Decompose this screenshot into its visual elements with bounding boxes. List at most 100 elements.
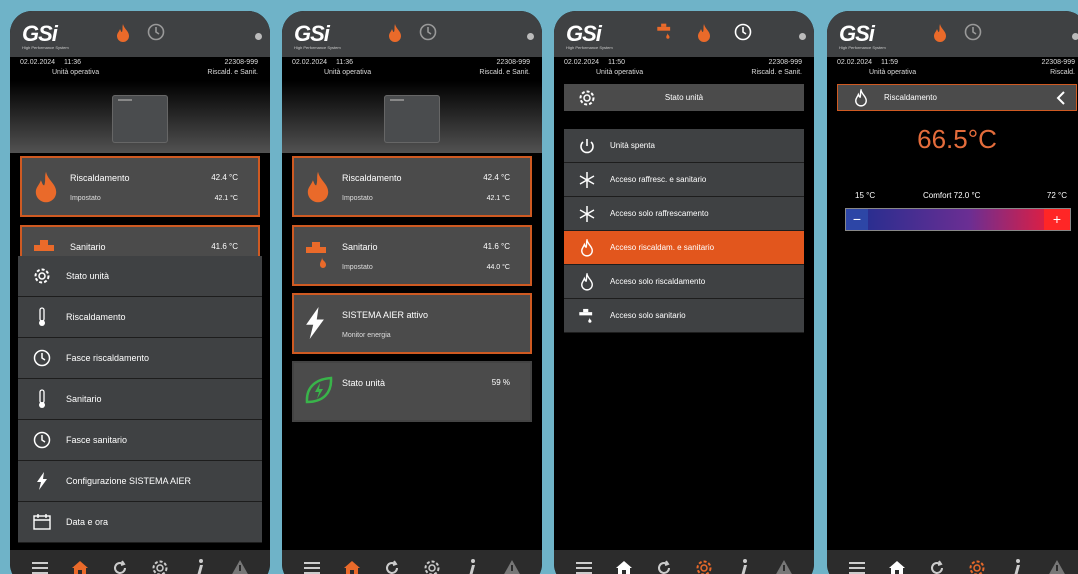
settings-icon[interactable]	[147, 559, 173, 574]
settings-icon[interactable]	[691, 559, 717, 574]
home-icon[interactable]	[67, 561, 93, 574]
status-info: 02.02.2024 11:36 22308-999 Unità operati…	[10, 57, 270, 81]
section-title-bar: Riscaldamento	[837, 84, 1077, 111]
gear-icon	[564, 89, 610, 107]
back-chevron-icon[interactable]	[1046, 90, 1076, 105]
settings-icon[interactable]	[964, 559, 990, 574]
mode-sanitary-only[interactable]: Acceso solo sanitario	[564, 299, 804, 333]
menu-item-fasce-riscaldamento[interactable]: Fasce riscaldamento	[18, 338, 262, 379]
info-icon[interactable]	[459, 559, 485, 574]
flame-icon	[564, 272, 610, 291]
warning-icon[interactable]	[227, 560, 253, 574]
refresh-icon[interactable]	[924, 560, 950, 574]
flame-icon[interactable]	[115, 23, 131, 48]
app-header: GSi High Performance System	[827, 11, 1078, 57]
app-header: GSi High Performance System	[282, 11, 542, 57]
bottom-nav	[827, 550, 1078, 574]
phone-screen-unit-status: GSi High Performance System 02.02.2024 11…	[554, 11, 814, 574]
flame-icon[interactable]	[696, 23, 712, 48]
increase-button[interactable]: +	[1044, 209, 1070, 230]
side-menu: Stato unità Riscaldamento Fasce riscalda…	[18, 256, 262, 543]
phone-screen-menu: GSi High Performance System 02.02.2024 11…	[10, 11, 270, 574]
mode-text: Unità operativa	[52, 69, 100, 76]
mode-unit-off[interactable]: Unità spenta	[564, 129, 804, 163]
app-header: GSi High Performance System	[554, 11, 814, 57]
status-info: 02.02.2024 11:50 22308-999 Unità operati…	[564, 59, 802, 76]
section-title: Riscaldamento	[884, 93, 937, 102]
snowflake-icon	[564, 171, 610, 188]
settings-icon[interactable]	[419, 559, 445, 574]
aier-system-card[interactable]: SISTEMA AIER attivo Monitor energia	[292, 293, 532, 354]
info-icon[interactable]	[1004, 559, 1030, 574]
status-info: 02.02.2024 11:36 22308-999 Unità operati…	[292, 59, 530, 76]
flame-icon	[838, 88, 884, 107]
info-icon[interactable]	[187, 559, 213, 574]
menu-item-riscaldamento[interactable]: Riscaldamento	[18, 297, 262, 338]
bottom-nav	[282, 550, 542, 574]
menu-icon[interactable]	[299, 562, 325, 574]
calendar-icon	[18, 514, 66, 530]
gear-icon	[18, 267, 66, 285]
thermometer-icon	[18, 307, 66, 327]
warning-icon[interactable]	[771, 560, 797, 574]
warning-icon[interactable]	[1044, 560, 1070, 574]
clock-icon[interactable]	[964, 23, 982, 48]
refresh-icon[interactable]	[107, 560, 133, 574]
home-icon[interactable]	[611, 561, 637, 574]
clock-icon[interactable]	[419, 23, 437, 48]
unit-image-area	[282, 81, 542, 153]
clock-icon[interactable]	[147, 23, 165, 48]
menu-item-sanitario[interactable]: Sanitario	[18, 379, 262, 420]
eco-leaf-icon	[304, 375, 334, 410]
flame-icon[interactable]	[932, 23, 948, 48]
flame-icon	[304, 170, 332, 209]
thermometer-icon	[18, 389, 66, 409]
sanitary-card[interactable]: Sanitario 41.6 °C Impostato 44.0 °C	[292, 225, 532, 286]
menu-item-stato-unita[interactable]: Stato unità	[18, 256, 262, 297]
heat-pump-image	[384, 95, 440, 143]
menu-item-configurazione-aier[interactable]: Configurazione SISTEMA AIER	[18, 461, 262, 502]
flame-icon	[32, 170, 60, 209]
warning-icon[interactable]	[499, 560, 525, 574]
status-dot	[255, 33, 262, 40]
tap-icon	[564, 308, 610, 324]
bolt-icon	[18, 472, 66, 490]
clock-icon	[18, 349, 66, 367]
menu-icon[interactable]	[571, 562, 597, 574]
bottom-nav	[10, 550, 270, 574]
heat-pump-image	[112, 95, 168, 143]
mode-heating-only[interactable]: Acceso solo riscaldamento	[564, 265, 804, 299]
clock-icon[interactable]	[734, 23, 752, 48]
menu-icon[interactable]	[27, 562, 53, 574]
bolt-icon	[304, 307, 326, 344]
home-icon[interactable]	[339, 561, 365, 574]
section-title-bar: Stato unità	[564, 84, 804, 111]
status-dot	[799, 33, 806, 40]
mode-cooling-only[interactable]: Acceso solo raffrescamento	[564, 197, 804, 231]
unit-image-area	[10, 81, 270, 153]
tap-icon[interactable]	[656, 23, 674, 48]
flame-icon[interactable]	[387, 23, 403, 48]
power-icon	[564, 138, 610, 154]
clock-icon	[18, 431, 66, 449]
menu-item-fasce-sanitario[interactable]: Fasce sanitario	[18, 420, 262, 461]
heating-card[interactable]: Riscaldamento 42.4 °C Impostato 42.1 °C	[20, 156, 260, 217]
date-text: 02.02.2024	[20, 59, 56, 66]
function-text: Riscald. e Sanit.	[207, 69, 258, 76]
heating-card[interactable]: Riscaldamento 42.4 °C Impostato 42.1 °C	[292, 156, 532, 217]
temperature-slider[interactable]: − +	[845, 208, 1071, 231]
mode-list: Unità spenta Acceso raffresc. e sanitari…	[564, 129, 804, 333]
menu-icon[interactable]	[844, 562, 870, 574]
info-icon[interactable]	[731, 559, 757, 574]
mode-heating-sanitary[interactable]: Acceso riscaldam. e sanitario	[564, 231, 804, 265]
refresh-icon[interactable]	[379, 560, 405, 574]
tap-icon	[304, 239, 332, 278]
unit-status-card[interactable]: Stato unità 59 %	[292, 361, 532, 422]
status-info: 02.02.2024 11:59 22308-999 Unità operati…	[837, 59, 1075, 76]
refresh-icon[interactable]	[651, 560, 677, 574]
mode-cooling-sanitary[interactable]: Acceso raffresc. e sanitario	[564, 163, 804, 197]
decrease-button[interactable]: −	[846, 209, 868, 230]
home-icon[interactable]	[884, 561, 910, 574]
time-text: 11:36	[64, 59, 81, 66]
menu-item-data-ora[interactable]: Data e ora	[18, 502, 262, 543]
